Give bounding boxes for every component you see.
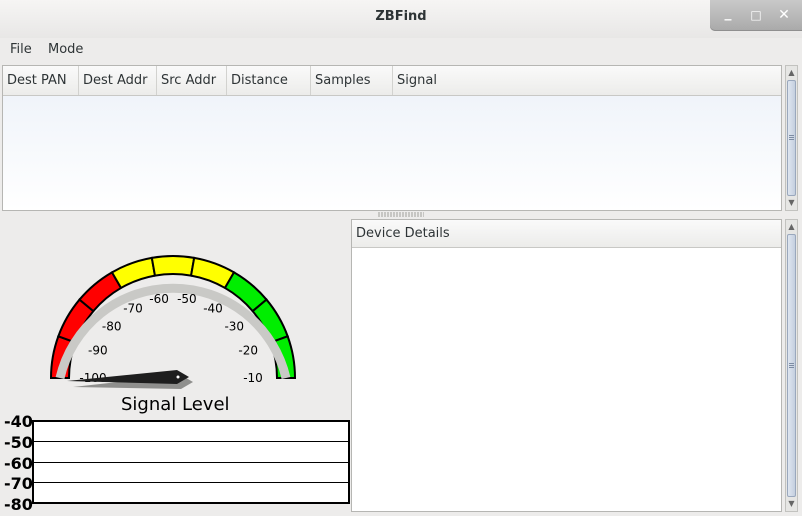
column-header-samples[interactable]: Samples (311, 66, 393, 95)
scroll-down-arrow-icon[interactable]: ▼ (786, 498, 797, 510)
scroll-thumb[interactable] (787, 80, 796, 196)
gauge-segment-yellow (150, 255, 196, 277)
table-body[interactable] (3, 96, 781, 210)
device-table[interactable]: Dest PAN Dest Addr Src Addr Distance Sam… (2, 65, 782, 211)
gauge-tick-label: -70 (123, 302, 143, 316)
gauge-tick-label: -60 (149, 292, 169, 306)
title-bar[interactable]: ZBFind _ □ ✕ (0, 0, 802, 38)
device-details-header: Device Details (352, 220, 781, 248)
column-header-distance[interactable]: Distance (227, 66, 311, 95)
menu-bar: File Mode (0, 38, 802, 62)
close-button[interactable]: ✕ (772, 4, 796, 26)
signal-level-title: Signal Level (121, 394, 230, 415)
grid-line (34, 441, 348, 442)
scroll-thumb[interactable] (787, 234, 796, 497)
signal-history-graph (32, 420, 350, 504)
y-axis-label: -40 (4, 412, 33, 431)
table-header: Dest PAN Dest Addr Src Addr Distance Sam… (3, 66, 781, 96)
gauge-tick-label: -20 (238, 344, 258, 358)
gauge-segment-yellow (110, 256, 157, 290)
column-header-dest-pan[interactable]: Dest PAN (3, 66, 79, 95)
gauge-tick-label: -30 (224, 320, 244, 334)
window-controls: _ □ ✕ (710, 0, 802, 31)
gauge-tick-label: -40 (203, 302, 223, 316)
minimize-button[interactable]: _ (716, 2, 740, 24)
y-axis-label: -80 (4, 495, 33, 514)
window-title: ZBFind (375, 9, 427, 24)
scroll-up-arrow-icon[interactable]: ▲ (786, 67, 797, 79)
gauge-tick-label: -50 (177, 292, 197, 306)
scroll-down-arrow-icon[interactable]: ▼ (786, 197, 797, 209)
maximize-button[interactable]: □ (744, 4, 768, 26)
scroll-up-arrow-icon[interactable]: ▲ (786, 221, 797, 233)
column-header-signal[interactable]: Signal (393, 66, 781, 95)
gauge-tick-label: -90 (88, 344, 108, 358)
details-scrollbar[interactable]: ▲ ▼ (785, 219, 798, 512)
grid-line (34, 462, 348, 463)
device-details-panel[interactable]: Device Details (351, 219, 782, 512)
y-axis-label: -70 (4, 474, 33, 493)
gauge-needle-hub (176, 375, 180, 379)
menu-file[interactable]: File (10, 42, 32, 57)
column-header-dest-addr[interactable]: Dest Addr (79, 66, 157, 95)
grid-line (34, 482, 348, 483)
gauge-tick-label: -10 (243, 371, 263, 385)
split-pane-handle[interactable] (378, 212, 424, 217)
menu-mode[interactable]: Mode (48, 42, 83, 57)
column-header-src-addr[interactable]: Src Addr (157, 66, 227, 95)
gauge-tick-label: -80 (102, 320, 122, 334)
table-scrollbar[interactable]: ▲ ▼ (785, 65, 798, 211)
gauge-ring (50, 255, 297, 379)
y-axis-label: -50 (4, 433, 33, 452)
signal-gauge: -100-90-80-70-60 -50-40-30-20-10 (50, 255, 297, 389)
y-axis-label: -60 (4, 454, 33, 473)
